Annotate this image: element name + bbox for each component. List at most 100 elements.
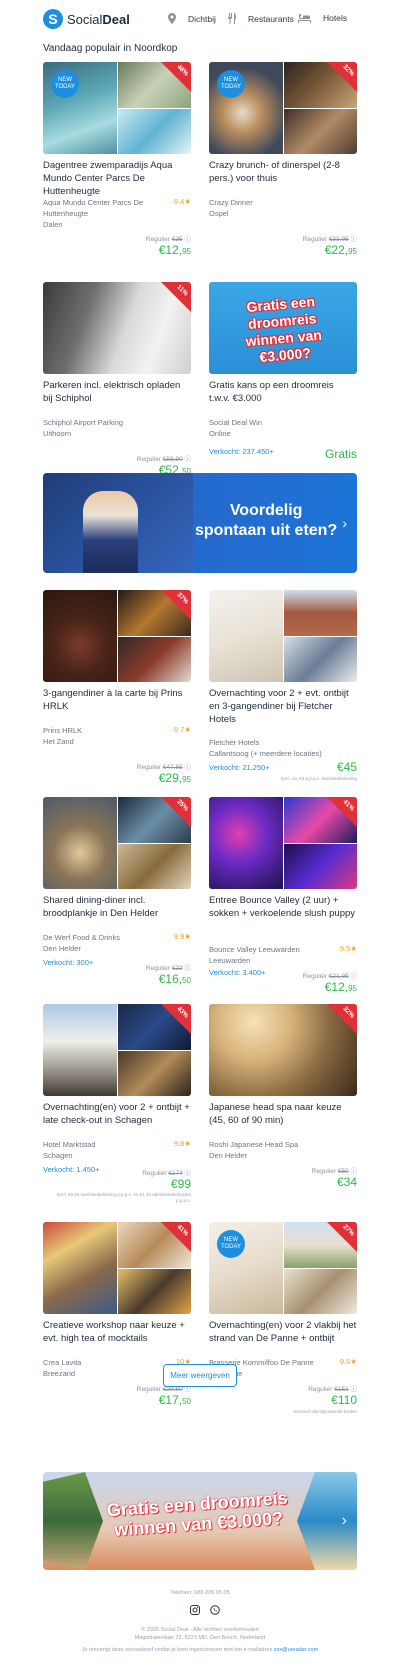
regular-price: Regulier €151 ⓘ <box>308 1386 357 1393</box>
deal-card[interactable]: Overnachting voor 2 + evt. ontbijt en 3-… <box>209 590 357 783</box>
deal-merchant: Social Deal Win <box>209 418 262 427</box>
logo-icon: S <box>43 9 63 29</box>
regular-price: Regulier €58,90 ⓘ <box>136 456 191 463</box>
deal-merchant: Crazy Dinner <box>209 198 253 207</box>
new-today-badge: NEW TODAY <box>217 1230 245 1258</box>
deal-rating: 9.5★ <box>339 944 357 953</box>
deal-price: €110 <box>331 1393 357 1407</box>
deal-image: 43% <box>43 1004 191 1096</box>
deal-price: €12,95 <box>158 243 191 257</box>
deal-merchant: Hotel Marktstad <box>43 1140 96 1149</box>
deal-image: 41% <box>209 797 357 889</box>
new-today-badge: NEW TODAY <box>51 70 79 98</box>
deal-merchant: Roshi Japanese Head Spa <box>209 1140 299 1149</box>
bed-icon <box>298 13 311 23</box>
sold-count: Verkocht: 21.250+ <box>209 763 270 772</box>
section-title: Vandaag populair in Noordkop <box>43 43 178 54</box>
deal-title: 3-gangendiner à la carte bij Prins HRLK <box>43 688 183 712</box>
regular-price: Regulier €174 ⓘ <box>142 1170 191 1177</box>
deal-card[interactable]: 43% Overnachting(en) voor 2 + ontbijt + … <box>43 1004 191 1203</box>
sold-count: Verkocht: 1.450+ <box>43 1165 100 1174</box>
cutlery-icon <box>228 13 236 24</box>
deal-title: Gratis kans op een droomreis t.w.v. €3.0… <box>209 380 334 404</box>
deal-price: €12,95 <box>324 980 357 994</box>
deal-price: €99 <box>170 1177 191 1191</box>
footer-copyright: © 2026 Social Deal - Alle rechten voorbe… <box>141 1627 259 1633</box>
sold-count: Verkocht: 3.400+ <box>209 968 266 977</box>
deal-location: Leeuwarden <box>209 956 251 965</box>
deal-image: NEW TODAY 27% <box>209 1222 357 1314</box>
chevron-right-icon: › <box>342 515 347 531</box>
logo[interactable]: S SocialDeal <box>43 9 130 29</box>
more-button[interactable]: Meer weergeven <box>163 1364 237 1387</box>
nav-hotels[interactable]: Hotels <box>298 13 347 23</box>
deal-location: Online <box>209 429 231 438</box>
sold-count: Verkocht: 300+ <box>43 958 94 967</box>
regular-price: Regulier €33,95 ⓘ <box>302 236 357 243</box>
deal-location: Ospel <box>209 209 229 218</box>
footer-subscribe: Je ontvangt deze nieuwsbrief omdat je be… <box>81 1647 319 1653</box>
deal-merchant: Fletcher Hotels <box>209 738 260 747</box>
deal-image: NEW TODAY 32% <box>209 62 357 154</box>
deal-location: Dalen <box>43 220 63 229</box>
nav-dichtbij[interactable]: Dichtbij <box>168 13 216 24</box>
deal-image: 25% <box>43 797 191 889</box>
whatsapp-icon[interactable] <box>210 1605 220 1615</box>
banner-line2: spontaan uit eten? <box>195 522 338 539</box>
deal-merchant: Bounce Valley Leeuwarden <box>209 945 300 954</box>
regular-price: Regulier €50 ⓘ <box>311 1168 357 1175</box>
deal-card[interactable]: 25% Shared dining-diner incl. broodplank… <box>43 797 191 986</box>
deal-location: Uithoorn <box>43 429 72 438</box>
banner-line1: Voordelig <box>229 502 303 519</box>
deal-location: Den Helder <box>43 944 81 953</box>
deal-title: Entree Bounce Valley (2 uur) + sokken + … <box>209 895 356 919</box>
deal-image: 32% <box>209 1004 357 1096</box>
deal-rating: 9.9★ <box>173 932 191 941</box>
deal-image: 41% <box>43 1222 191 1314</box>
deal-title: Overnachting(en) voor 2 + ontbijt + late… <box>43 1102 190 1126</box>
deal-image: NEW TODAY 48% <box>43 62 191 154</box>
deal-title: Japanese head spa naar keuze (45, 60 of … <box>209 1102 342 1126</box>
promo-text: Gratis een droomreis winnen van €3.000? <box>245 293 323 366</box>
fine-print: Excl. ca. €3 p.p.p.n. toeristenbelasting <box>280 776 357 781</box>
deal-title: Overnachting(en) voor 2 vlakbij het stra… <box>209 1320 357 1344</box>
deal-card[interactable]: NEW TODAY 32% Crazy brunch- of dinerspel… <box>209 62 357 261</box>
deal-merchant: Prins HRLK <box>43 726 83 735</box>
deal-merchant: Aqua Mundo Center Parcs De Huttenheugte <box>43 198 144 218</box>
deal-card[interactable]: Gratis een droomreis winnen van €3.000? … <box>209 282 357 477</box>
regular-price: Regulier €25 ⓘ <box>145 236 191 243</box>
deal-price: Gratis <box>324 447 357 461</box>
deal-title: Crazy brunch- of dinerspel (2-8 pers.) v… <box>209 160 340 184</box>
deal-card[interactable]: 32% Japanese head spa naar keuze (45, 60… <box>209 1004 357 1193</box>
deal-image: 37% <box>43 590 191 682</box>
deal-location: Callantsoog (+ meerdere locaties) <box>209 749 322 758</box>
deal-merchant: De Werf Food & Drinks <box>43 933 120 942</box>
footer-phone: Telefoon: 088-205 05 05 <box>170 1590 230 1596</box>
regular-price: Regulier €21,95 ⓘ <box>302 973 357 980</box>
footer-email-link[interactable]: xxx@ureader.com <box>274 1647 318 1653</box>
deal-card[interactable]: 37% 3-gangendiner à la carte bij Prins H… <box>43 590 191 789</box>
promo-banner-droomreis[interactable]: Gratis een droomreis winnen van €3.000? … <box>43 1472 357 1570</box>
instagram-icon[interactable] <box>190 1605 200 1615</box>
header: S SocialDeal Dichtbij Restaurants Hotels <box>0 0 400 40</box>
deal-rating: 9.4★ <box>173 197 191 206</box>
deal-location: Den Helder <box>209 1151 247 1160</box>
deal-image: 11% <box>43 282 191 374</box>
deal-price: €34 <box>336 1175 357 1189</box>
deal-rating: 9.6★ <box>339 1357 357 1366</box>
fine-print: Inclusief alle bijkomende kosten <box>293 1409 357 1414</box>
deal-card[interactable]: 11% Parkeren incl. elektrisch opladen bi… <box>43 282 191 481</box>
promo-banner-eten[interactable]: Voordelig spontaan uit eten? › <box>43 473 357 573</box>
new-today-badge: NEW TODAY <box>217 70 245 98</box>
deal-merchant: Schiphol Airport Parking <box>43 418 124 427</box>
deal-card[interactable]: 41% Entree Bounce Valley (2 uur) + sokke… <box>209 797 357 998</box>
deal-title: Dagentree zwemparadijs Aqua Mundo Center… <box>43 160 173 197</box>
deal-card[interactable]: NEW TODAY 48% Dagentree zwemparadijs Aqu… <box>43 62 191 261</box>
regular-price: Regulier €22 ⓘ <box>145 965 191 972</box>
nav-restaurants[interactable]: Restaurants <box>227 13 294 24</box>
fine-print: Excl. €2,50 toeristenbelasting p.p.p.n. … <box>57 1192 191 1203</box>
footer-social <box>190 1605 220 1615</box>
deal-price: €22,95 <box>324 243 357 257</box>
deal-price: €45 <box>336 760 357 774</box>
deal-location: Het Zand <box>43 737 74 746</box>
